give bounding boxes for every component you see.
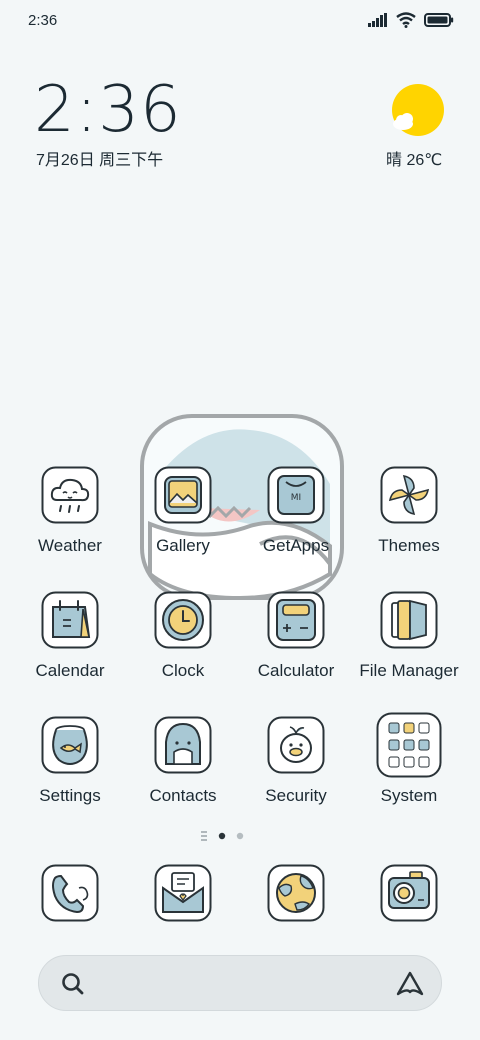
app-label-clock: Clock bbox=[161, 661, 205, 680]
page-dot bbox=[236, 832, 244, 840]
status-bar: 2:36 bbox=[0, 0, 480, 42]
page-indicator[interactable] bbox=[200, 830, 250, 842]
wifi-icon bbox=[396, 12, 416, 28]
getapps-icon[interactable]: MI bbox=[267, 466, 325, 524]
sun-cloud-icon[interactable] bbox=[390, 84, 444, 138]
assistant-icon[interactable] bbox=[395, 970, 425, 998]
themes-icon[interactable] bbox=[380, 466, 438, 524]
app-label-gallery: Gallery bbox=[156, 536, 210, 555]
signal-icon bbox=[368, 13, 387, 27]
calendar-icon[interactable] bbox=[41, 591, 99, 649]
weather-icon[interactable] bbox=[41, 466, 99, 524]
status-time: 2:36 bbox=[28, 12, 58, 29]
app-label-file-manager: File Manager bbox=[359, 661, 459, 680]
clock-widget-time[interactable]: 2:36 bbox=[34, 74, 182, 146]
battery-icon bbox=[424, 13, 454, 27]
app-label-calendar: Calendar bbox=[35, 661, 105, 680]
settings-icon[interactable] bbox=[41, 716, 99, 774]
weather-widget-text: 晴 26℃ bbox=[386, 152, 443, 169]
page-dot-current bbox=[218, 832, 226, 840]
messages-icon[interactable] bbox=[154, 864, 212, 922]
contacts-icon[interactable] bbox=[154, 716, 212, 774]
search-bar[interactable] bbox=[38, 955, 442, 1011]
app-label-system: System bbox=[380, 786, 438, 805]
app-label-weather: Weather bbox=[38, 536, 102, 555]
app-label-getapps: GetApps bbox=[262, 536, 330, 555]
browser-icon[interactable] bbox=[267, 864, 325, 922]
status-icons bbox=[368, 12, 454, 28]
calculator-icon[interactable] bbox=[267, 591, 325, 649]
gallery-icon[interactable] bbox=[154, 466, 212, 524]
file-manager-icon[interactable] bbox=[380, 591, 438, 649]
svg-text:MI: MI bbox=[291, 493, 301, 503]
page-list-icon bbox=[201, 831, 207, 841]
app-label-calculator: Calculator bbox=[257, 661, 335, 680]
app-label-themes: Themes bbox=[378, 536, 440, 555]
app-label-security: Security bbox=[265, 786, 327, 805]
security-icon[interactable] bbox=[267, 716, 325, 774]
camera-icon[interactable] bbox=[380, 864, 438, 922]
app-label-settings: Settings bbox=[39, 786, 101, 805]
search-icon[interactable] bbox=[59, 970, 87, 998]
app-label-contacts: Contacts bbox=[149, 786, 217, 805]
clock-icon[interactable] bbox=[154, 591, 212, 649]
clock-widget-date: 7月26日 周三下午 bbox=[36, 152, 164, 169]
phone-icon[interactable] bbox=[41, 864, 99, 922]
system-folder-icon[interactable] bbox=[376, 712, 442, 778]
